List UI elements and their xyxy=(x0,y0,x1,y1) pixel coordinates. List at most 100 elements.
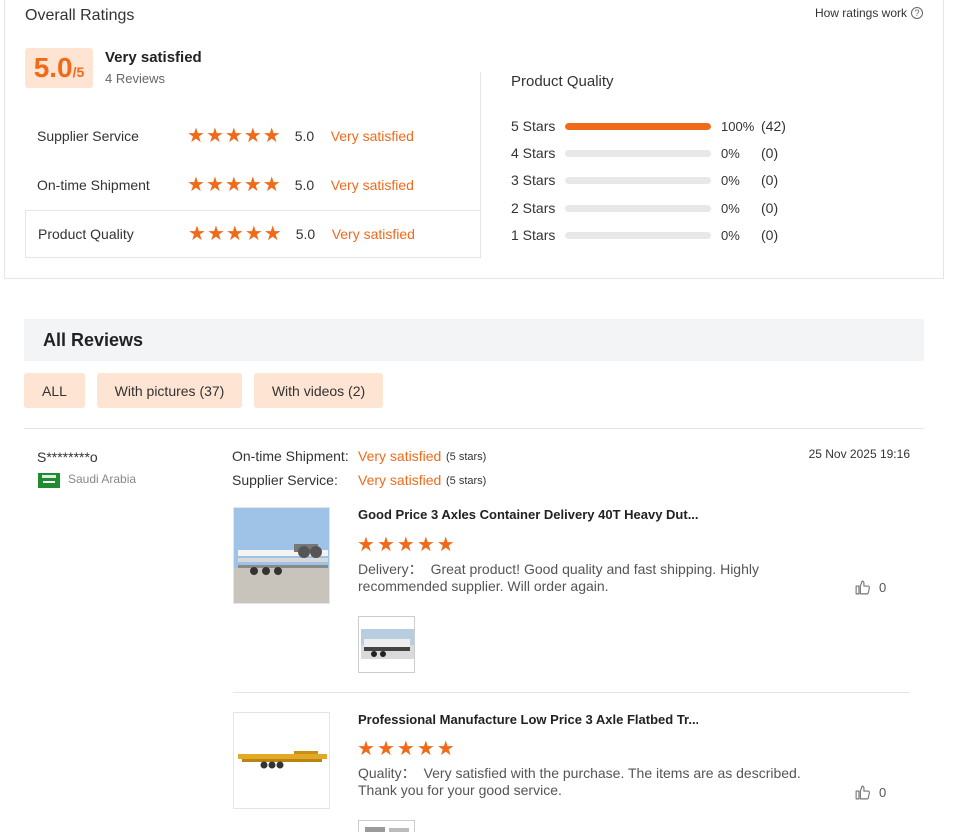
distribution-bar xyxy=(565,122,711,130)
star-icon: ★ xyxy=(206,223,225,245)
distribution-row-4: 4 Stars 0% (0) xyxy=(511,143,778,163)
sub-rating-product-quality[interactable]: Product Quality ★ ★ ★ ★ ★ 5.0 Very satisfied xyxy=(25,210,480,258)
sub-rating-text: Very satisfied xyxy=(331,226,415,242)
sub-rating-label: Supplier Service xyxy=(37,128,139,144)
overall-summary-label: Very satisfied xyxy=(105,49,202,66)
filter-all-button[interactable]: ALL xyxy=(24,373,85,408)
review-text: Quality： Very satisfied with the purchase… xyxy=(358,765,803,799)
star-icon: ★ xyxy=(376,534,395,556)
distribution-row-5: 5 Stars 100% (42) xyxy=(511,116,786,136)
product-thumbnail[interactable] xyxy=(233,712,330,809)
flatbed-trailer-image xyxy=(234,713,329,808)
like-button[interactable]: 0 xyxy=(854,579,886,596)
trailer-attachment-image xyxy=(359,617,414,672)
sub-rating-stars: ★ ★ ★ ★ ★ xyxy=(187,175,281,195)
sub-rating-text: Very satisfied xyxy=(330,177,414,193)
sub-rating-score: 5.0 xyxy=(295,226,316,242)
saudi-flag-icon xyxy=(38,473,60,488)
like-button[interactable]: 0 xyxy=(854,784,886,801)
filter-with-videos-button[interactable]: With videos (2) xyxy=(254,373,383,408)
sub-rating-stars: ★ ★ ★ ★ ★ xyxy=(187,126,281,146)
distribution-title: Product Quality xyxy=(511,73,614,90)
star-icon: ★ xyxy=(357,534,375,556)
star-icon: ★ xyxy=(188,223,206,245)
how-ratings-work-label: How ratings work xyxy=(814,6,907,20)
star-icon: ★ xyxy=(416,534,435,556)
distribution-row-1: 1 Stars 0% (0) xyxy=(511,225,778,245)
star-icon: ★ xyxy=(396,534,415,556)
overall-score-badge: 5.0 /5 xyxy=(25,48,93,88)
review-stars: ★ ★ ★ ★ ★ xyxy=(357,535,455,555)
review-stars: ★ ★ ★ ★ ★ xyxy=(357,739,455,759)
distribution-label: 5 Stars xyxy=(511,118,556,134)
sub-rating-label: Product Quality xyxy=(38,226,134,242)
how-ratings-work-link[interactable]: How ratings work ? xyxy=(815,6,923,20)
star-icon: ★ xyxy=(416,738,435,760)
star-icon: ★ xyxy=(376,738,395,760)
distribution-label: 2 Stars xyxy=(511,200,556,216)
sub-rating-label: On-time Shipment xyxy=(37,177,150,193)
review-body: Very satisfied with the purchase. The it… xyxy=(358,765,801,798)
meta-stars-supplier: (5 stars) xyxy=(446,475,487,487)
distribution-percent: 0% xyxy=(721,145,740,161)
star-icon: ★ xyxy=(224,125,243,147)
distribution-count: (0) xyxy=(761,200,779,216)
star-icon: ★ xyxy=(262,174,281,196)
distribution-percent: 0% xyxy=(721,172,740,188)
reviewer-country: Saudi Arabia xyxy=(68,472,137,486)
sub-rating-score: 5.0 xyxy=(294,128,315,144)
thumbs-up-icon xyxy=(855,785,870,800)
overall-ratings-title: Overall Ratings xyxy=(25,7,135,24)
meta-value-shipment: Very satisfied xyxy=(358,448,442,464)
distribution-bar xyxy=(565,231,711,239)
review-text: Delivery： Great product! Good quality and… xyxy=(358,561,803,595)
star-icon: ★ xyxy=(225,223,244,245)
overall-review-count: 4 Reviews xyxy=(105,71,165,86)
distribution-count: (0) xyxy=(761,172,779,188)
review-attachment-thumbnail[interactable] xyxy=(358,616,415,673)
star-icon: ★ xyxy=(357,738,375,760)
all-reviews-title: All Reviews xyxy=(43,330,144,350)
star-icon: ★ xyxy=(436,738,455,760)
thumbs-up-icon xyxy=(855,580,870,595)
trailer-attachment-image xyxy=(359,822,414,832)
reviewer-name: S********o xyxy=(37,449,98,465)
distribution-row-3: 3 Stars 0% (0) xyxy=(511,170,778,190)
distribution-percent: 0% xyxy=(721,200,740,216)
sub-rating-on-time-shipment[interactable]: On-time Shipment ★ ★ ★ ★ ★ 5.0 Very satisfie… xyxy=(25,161,480,209)
distribution-count: (0) xyxy=(761,145,779,161)
ratings-summary-panel: Overall Ratings How ratings work ? 5.0 /… xyxy=(4,0,944,279)
distribution-row-2: 2 Stars 0% (0) xyxy=(511,198,778,218)
distribution-bar-fill xyxy=(565,122,711,130)
star-icon: ★ xyxy=(243,174,262,196)
product-title[interactable]: Good Price 3 Axles Container Delivery 40… xyxy=(358,507,698,522)
star-icon: ★ xyxy=(262,125,281,147)
like-count: 0 xyxy=(879,580,887,595)
review-attachment-thumbnail[interactable] xyxy=(358,820,415,832)
meta-label-supplier: Supplier Service: xyxy=(232,472,338,488)
filter-with-pictures-button[interactable]: With pictures (37) xyxy=(97,373,242,408)
review-tag: Quality： xyxy=(358,765,416,781)
sub-rating-text: Very satisfied xyxy=(330,128,414,144)
help-circle-icon: ? xyxy=(911,7,923,19)
sub-rating-supplier-service[interactable]: Supplier Service ★ ★ ★ ★ ★ 5.0 Very satisfie… xyxy=(25,112,480,160)
vertical-divider xyxy=(480,72,481,258)
star-icon: ★ xyxy=(436,534,455,556)
distribution-bar xyxy=(565,176,711,184)
star-icon: ★ xyxy=(224,174,243,196)
reviews-divider xyxy=(24,428,924,429)
review-date: 25 Nov 2025 19:16 xyxy=(808,447,910,461)
item-divider xyxy=(233,692,910,693)
container-trailer-image xyxy=(234,508,329,603)
distribution-count: (0) xyxy=(761,227,779,243)
star-icon: ★ xyxy=(187,125,205,147)
star-icon: ★ xyxy=(243,125,262,147)
distribution-percent: 100% xyxy=(721,118,755,134)
sub-rating-score: 5.0 xyxy=(294,177,315,193)
distribution-bar xyxy=(565,204,711,212)
star-icon: ★ xyxy=(205,174,224,196)
product-title[interactable]: Professional Manufacture Low Price 3 Axl… xyxy=(358,712,698,727)
like-count: 0 xyxy=(879,785,887,800)
product-thumbnail[interactable] xyxy=(233,507,330,604)
star-icon: ★ xyxy=(263,223,282,245)
